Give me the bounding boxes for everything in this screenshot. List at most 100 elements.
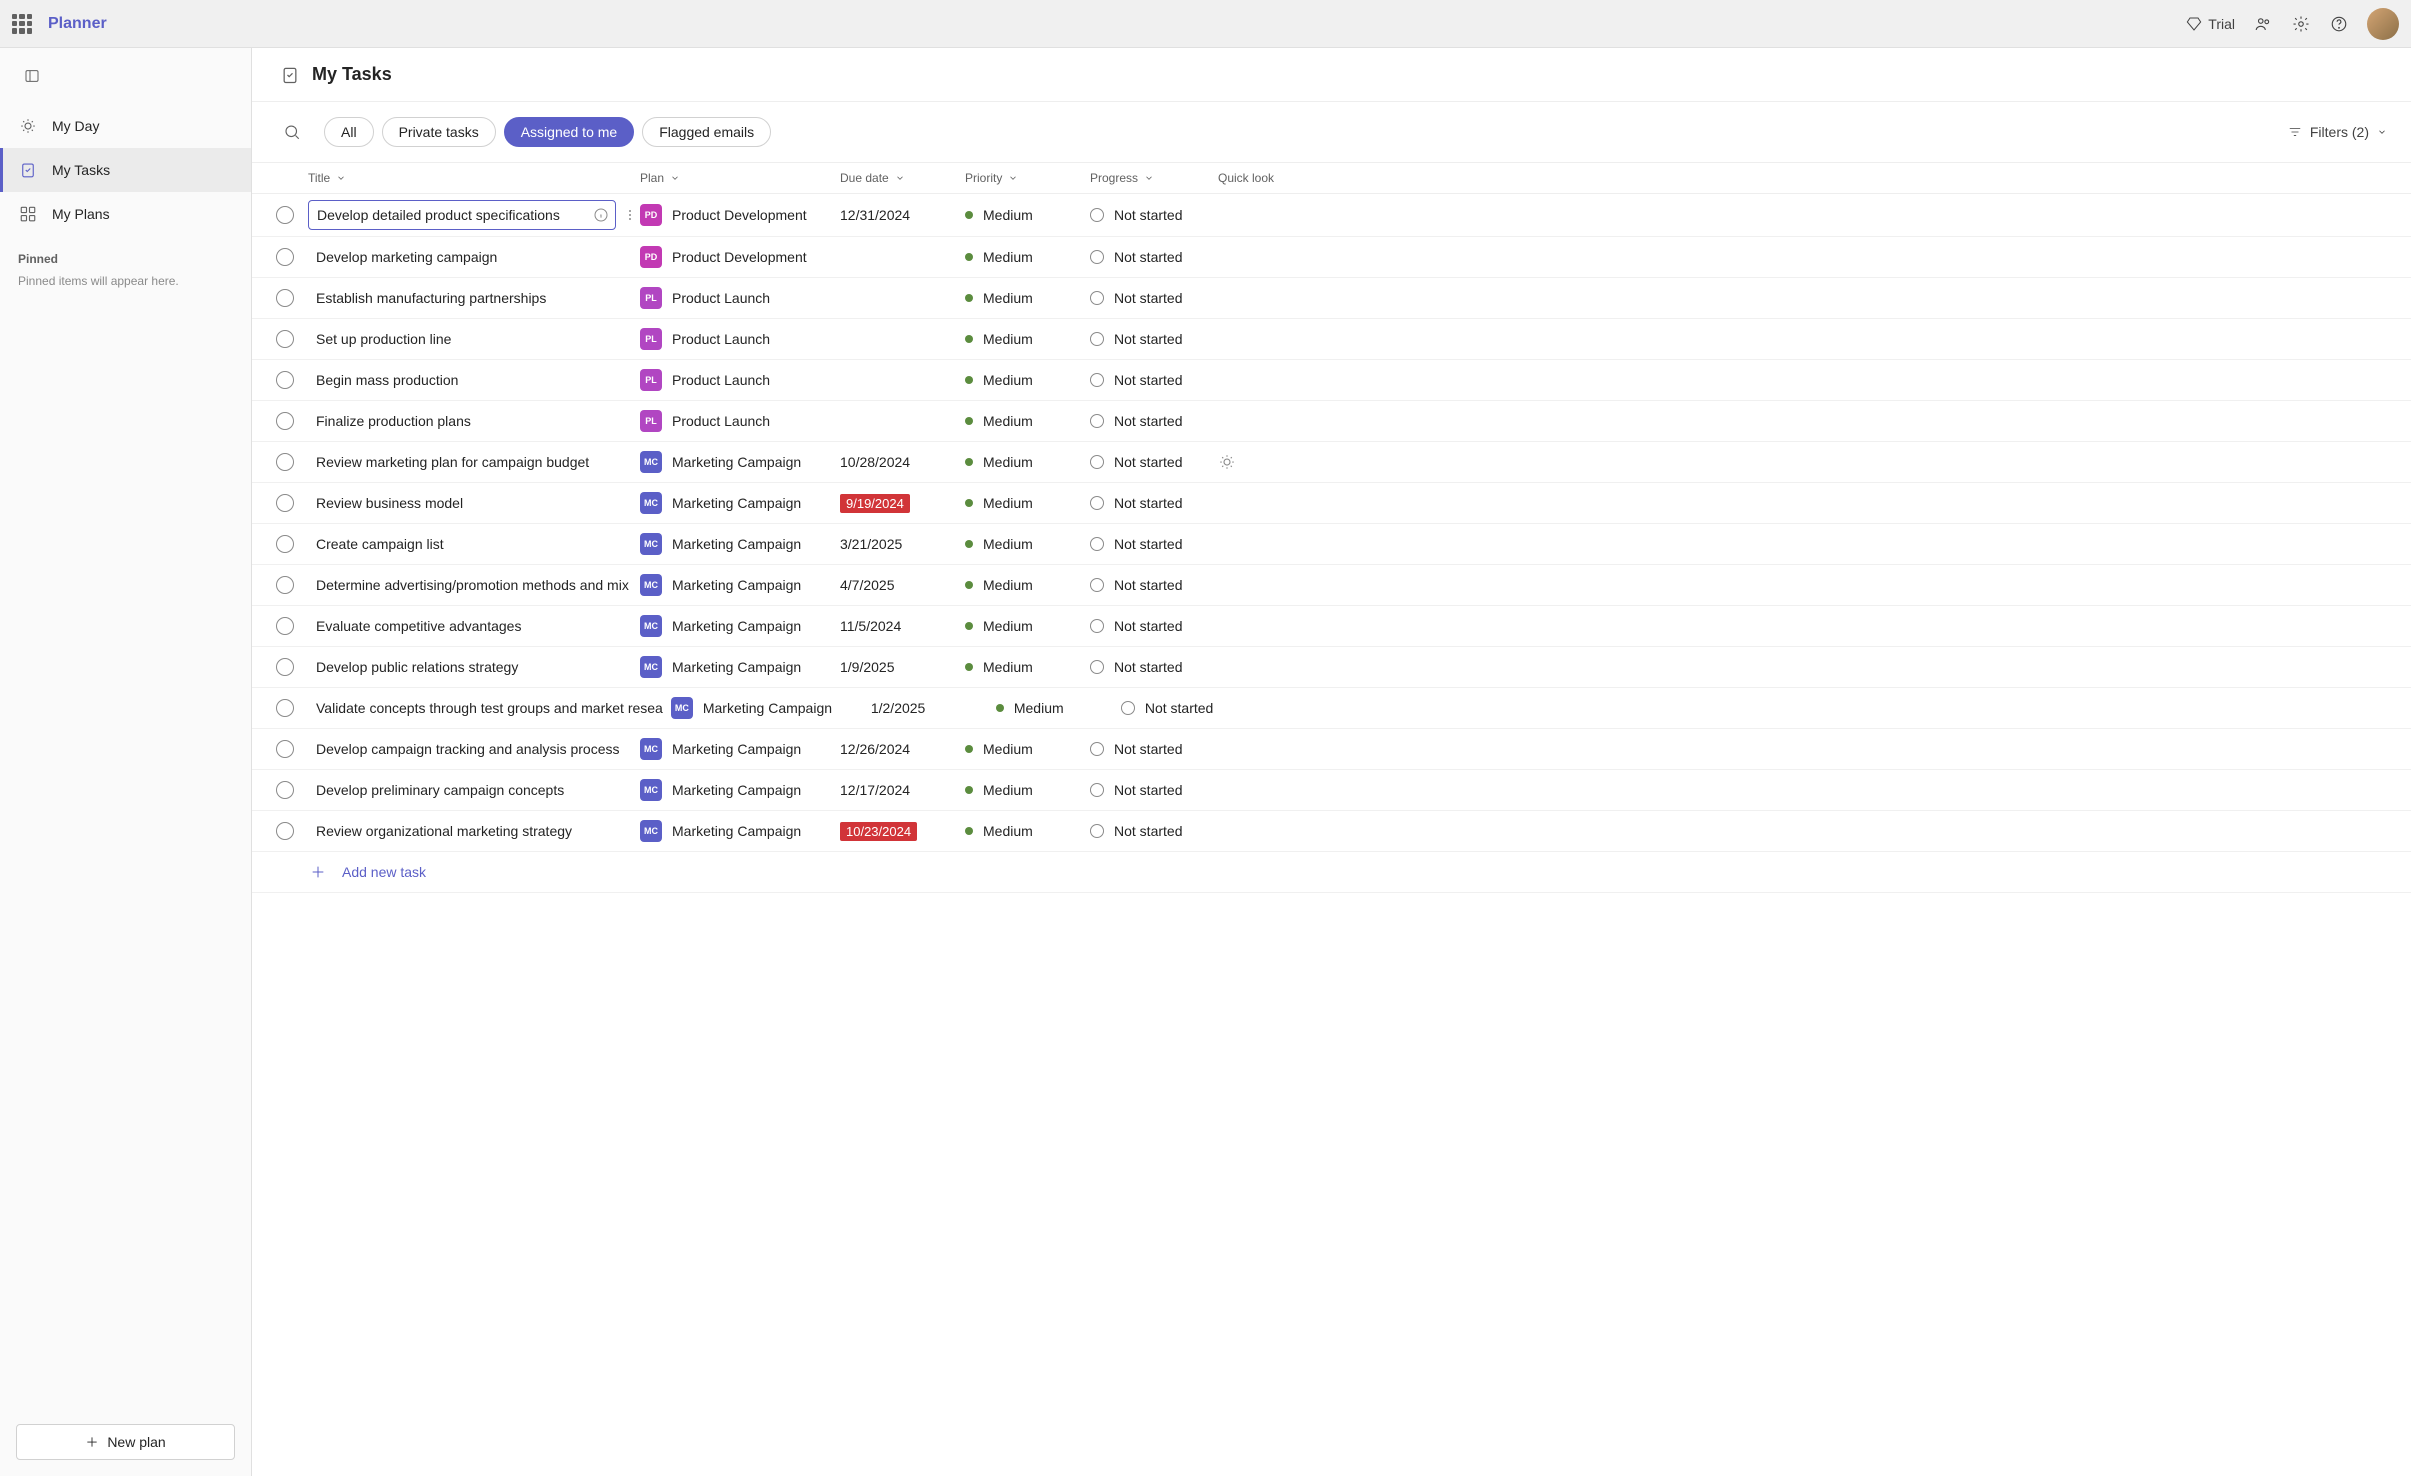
more-options-icon[interactable] bbox=[620, 205, 640, 225]
complete-task-button[interactable] bbox=[276, 699, 294, 717]
task-row[interactable]: Develop campaign tracking and analysis p… bbox=[252, 729, 2411, 770]
task-progress[interactable]: Not started bbox=[1090, 536, 1218, 552]
task-title-cell[interactable]: Begin mass production bbox=[308, 366, 640, 394]
complete-task-button[interactable] bbox=[276, 453, 294, 471]
task-title-cell[interactable]: Validate concepts through test groups an… bbox=[308, 694, 671, 722]
task-priority[interactable]: Medium bbox=[965, 454, 1090, 470]
task-progress[interactable]: Not started bbox=[1090, 207, 1218, 223]
task-plan-cell[interactable]: MCMarketing Campaign bbox=[640, 615, 840, 637]
task-priority[interactable]: Medium bbox=[965, 741, 1090, 757]
task-plan-cell[interactable]: PLProduct Launch bbox=[640, 287, 840, 309]
app-launcher-icon[interactable] bbox=[12, 14, 32, 34]
task-progress[interactable]: Not started bbox=[1090, 413, 1218, 429]
task-row[interactable]: Develop marketing campaignPDProduct Deve… bbox=[252, 237, 2411, 278]
filter-pill-all[interactable]: All bbox=[324, 117, 374, 147]
complete-task-button[interactable] bbox=[276, 617, 294, 635]
task-priority[interactable]: Medium bbox=[965, 659, 1090, 675]
sidebar-item-my-tasks[interactable]: My Tasks bbox=[0, 148, 251, 192]
task-title-cell[interactable]: Review marketing plan for campaign budge… bbox=[308, 448, 640, 476]
task-title-cell[interactable]: Develop campaign tracking and analysis p… bbox=[308, 735, 640, 763]
filter-pill-flagged[interactable]: Flagged emails bbox=[642, 117, 771, 147]
task-title-cell[interactable]: Finalize production plans bbox=[308, 407, 640, 435]
task-priority[interactable]: Medium bbox=[965, 331, 1090, 347]
task-due-date[interactable]: 10/28/2024 bbox=[840, 454, 965, 470]
complete-task-button[interactable] bbox=[276, 371, 294, 389]
task-title-cell[interactable]: Determine advertising/promotion methods … bbox=[308, 571, 640, 599]
task-progress[interactable]: Not started bbox=[1090, 454, 1218, 470]
column-header-title[interactable]: Title bbox=[308, 171, 640, 185]
task-title-cell[interactable]: Develop preliminary campaign concepts bbox=[308, 776, 640, 804]
task-title[interactable]: Review business model bbox=[308, 489, 640, 517]
task-priority[interactable]: Medium bbox=[965, 413, 1090, 429]
task-priority[interactable]: Medium bbox=[965, 249, 1090, 265]
task-title[interactable]: Develop detailed product specifications bbox=[309, 201, 591, 229]
task-title[interactable]: Determine advertising/promotion methods … bbox=[308, 571, 640, 599]
task-quick-look[interactable] bbox=[1218, 453, 1298, 471]
task-plan-cell[interactable]: MCMarketing Campaign bbox=[640, 492, 840, 514]
task-title-cell[interactable]: Review organizational marketing strategy bbox=[308, 817, 640, 845]
task-priority[interactable]: Medium bbox=[965, 290, 1090, 306]
task-title[interactable]: Develop campaign tracking and analysis p… bbox=[308, 735, 640, 763]
task-title-cell[interactable]: Develop detailed product specifications bbox=[308, 200, 640, 230]
task-priority[interactable]: Medium bbox=[965, 577, 1090, 593]
task-progress[interactable]: Not started bbox=[1090, 577, 1218, 593]
task-progress[interactable]: Not started bbox=[1090, 495, 1218, 511]
my-day-icon[interactable] bbox=[1218, 453, 1236, 471]
task-plan-cell[interactable]: MCMarketing Campaign bbox=[671, 697, 871, 719]
task-row[interactable]: Develop detailed product specificationsP… bbox=[252, 194, 2411, 237]
new-plan-button[interactable]: New plan bbox=[16, 1424, 235, 1460]
task-title[interactable]: Validate concepts through test groups an… bbox=[308, 694, 671, 722]
task-row[interactable]: Review business modelMCMarketing Campaig… bbox=[252, 483, 2411, 524]
task-plan-cell[interactable]: PLProduct Launch bbox=[640, 410, 840, 432]
complete-task-button[interactable] bbox=[276, 822, 294, 840]
filter-pill-private[interactable]: Private tasks bbox=[382, 117, 496, 147]
column-header-progress[interactable]: Progress bbox=[1090, 171, 1218, 185]
task-title[interactable]: Finalize production plans bbox=[308, 407, 640, 435]
task-title[interactable]: Evaluate competitive advantages bbox=[308, 612, 640, 640]
info-icon[interactable] bbox=[591, 205, 611, 225]
complete-task-button[interactable] bbox=[276, 740, 294, 758]
settings-icon[interactable] bbox=[2291, 14, 2311, 34]
task-row[interactable]: Set up production linePLProduct LaunchMe… bbox=[252, 319, 2411, 360]
task-title[interactable]: Set up production line bbox=[308, 325, 640, 353]
task-progress[interactable]: Not started bbox=[1090, 659, 1218, 675]
task-title-cell[interactable]: Develop marketing campaign bbox=[308, 243, 640, 271]
collapse-sidebar-button[interactable] bbox=[16, 60, 48, 92]
task-priority[interactable]: Medium bbox=[965, 536, 1090, 552]
task-title[interactable]: Create campaign list bbox=[308, 530, 640, 558]
task-progress[interactable]: Not started bbox=[1090, 372, 1218, 388]
trial-button[interactable]: Trial bbox=[2186, 16, 2235, 32]
people-icon[interactable] bbox=[2253, 14, 2273, 34]
column-header-quick-look[interactable]: Quick look bbox=[1218, 171, 1298, 185]
task-progress[interactable]: Not started bbox=[1090, 782, 1218, 798]
task-progress[interactable]: Not started bbox=[1090, 290, 1218, 306]
task-priority[interactable]: Medium bbox=[965, 495, 1090, 511]
complete-task-button[interactable] bbox=[276, 206, 294, 224]
task-title[interactable]: Establish manufacturing partnerships bbox=[308, 284, 640, 312]
task-due-date[interactable]: 11/5/2024 bbox=[840, 618, 965, 634]
task-progress[interactable]: Not started bbox=[1090, 618, 1218, 634]
task-progress[interactable]: Not started bbox=[1090, 823, 1218, 839]
complete-task-button[interactable] bbox=[276, 535, 294, 553]
help-icon[interactable] bbox=[2329, 14, 2349, 34]
task-row[interactable]: Develop preliminary campaign conceptsMCM… bbox=[252, 770, 2411, 811]
task-due-date[interactable]: 10/23/2024 bbox=[840, 822, 965, 841]
user-avatar[interactable] bbox=[2367, 8, 2399, 40]
task-title[interactable]: Begin mass production bbox=[308, 366, 640, 394]
complete-task-button[interactable] bbox=[276, 330, 294, 348]
task-plan-cell[interactable]: MCMarketing Campaign bbox=[640, 738, 840, 760]
task-title[interactable]: Develop public relations strategy bbox=[308, 653, 640, 681]
task-due-date[interactable]: 1/9/2025 bbox=[840, 659, 965, 675]
task-plan-cell[interactable]: PLProduct Launch bbox=[640, 369, 840, 391]
complete-task-button[interactable] bbox=[276, 576, 294, 594]
task-title-cell[interactable]: Set up production line bbox=[308, 325, 640, 353]
task-row[interactable]: Establish manufacturing partnershipsPLPr… bbox=[252, 278, 2411, 319]
task-row[interactable]: Validate concepts through test groups an… bbox=[252, 688, 2411, 729]
task-priority[interactable]: Medium bbox=[965, 207, 1090, 223]
task-due-date[interactable]: 12/31/2024 bbox=[840, 207, 965, 223]
task-progress[interactable]: Not started bbox=[1090, 249, 1218, 265]
task-progress[interactable]: Not started bbox=[1090, 741, 1218, 757]
complete-task-button[interactable] bbox=[276, 248, 294, 266]
complete-task-button[interactable] bbox=[276, 494, 294, 512]
complete-task-button[interactable] bbox=[276, 658, 294, 676]
